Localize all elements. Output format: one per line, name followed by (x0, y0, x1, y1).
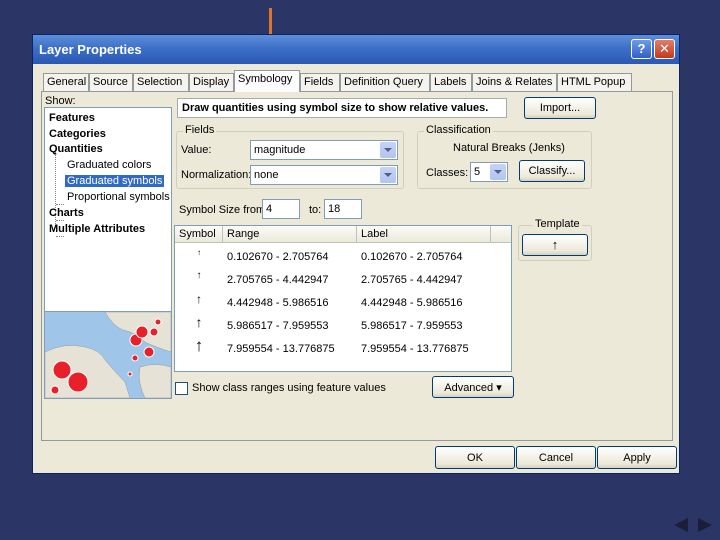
tab-symbology[interactable]: Symbology (234, 70, 300, 92)
arrow-up-icon: ↑ (196, 270, 202, 281)
column-header-range[interactable]: Range (223, 226, 357, 243)
range-cell: 5.986517 - 7.959553 (227, 320, 329, 332)
classify-button[interactable]: Classify... (519, 160, 585, 182)
arrow-up-icon: ↑ (196, 292, 202, 306)
tab-display[interactable]: Display (189, 73, 234, 91)
range-cell: 7.959554 - 13.776875 (227, 343, 335, 355)
tab-labels[interactable]: Labels (430, 73, 472, 91)
ok-button[interactable]: OK (435, 446, 515, 469)
title-bar: Layer Properties ? ✕ (33, 35, 679, 64)
label-cell: 7.959554 - 13.776875 (361, 343, 469, 355)
map-preview (44, 311, 172, 399)
tree-item-categories[interactable]: Categories (49, 128, 106, 140)
next-icon[interactable] (698, 518, 712, 532)
chevron-down-icon[interactable] (490, 164, 506, 180)
fields-group-title: Fields (183, 124, 217, 136)
tab-fields[interactable]: Fields (300, 73, 340, 91)
arrow-up-icon: ↑ (195, 314, 203, 330)
label-cell: 5.986517 - 7.959553 (361, 320, 463, 332)
layer-properties-dialog: Layer Properties ? ✕ General Source Sele… (32, 34, 680, 474)
tab-general[interactable]: General (43, 73, 89, 91)
help-button[interactable]: ? (631, 39, 652, 59)
advanced-button[interactable]: Advanced ▾ (432, 376, 514, 398)
classification-method: Natural Breaks (Jenks) (453, 142, 565, 154)
tree-item-features[interactable]: Features (49, 112, 95, 124)
normalization-label: Normalization: (181, 169, 252, 181)
template-group-title: Template (533, 218, 582, 230)
apply-button[interactable]: Apply (597, 446, 677, 469)
classes-label: Classes: (426, 167, 469, 179)
value-field-value: magnitude (254, 144, 306, 156)
column-header-symbol[interactable]: Symbol (175, 226, 223, 243)
tab-selection[interactable]: Selection (133, 73, 189, 91)
symbol-class-table: Symbol Range Label ↑ 0.102670 - 2.705764… (174, 225, 512, 372)
label-cell: 0.102670 - 2.705764 (361, 251, 463, 263)
chevron-down-icon[interactable] (380, 142, 396, 158)
import-button[interactable]: Import... (524, 97, 596, 119)
show-label: Show: (45, 95, 76, 107)
tree-item-multiple-attributes[interactable]: Multiple Attributes (49, 223, 145, 235)
template-symbol-button[interactable]: ↑ (522, 234, 588, 256)
tree-item-charts[interactable]: Charts (49, 207, 84, 219)
show-class-ranges-label: Show class ranges using feature values (192, 382, 386, 394)
value-label: Value: (181, 144, 212, 156)
map-preview-graphic (45, 312, 171, 398)
label-cell: 2.705765 - 4.442947 (361, 274, 463, 286)
tree-item-graduated-colors[interactable]: Graduated colors (67, 159, 151, 171)
range-cell: 0.102670 - 2.705764 (227, 251, 329, 263)
classes-value: 5 (474, 166, 481, 178)
classes-select[interactable]: 5 (470, 162, 508, 182)
tab-joins-relates[interactable]: Joins & Relates (472, 73, 557, 91)
tab-source[interactable]: Source (89, 73, 133, 91)
symbol-size-from-input[interactable]: 4 (262, 199, 300, 219)
window-title: Layer Properties (39, 42, 142, 57)
slide-nav (674, 518, 712, 532)
tab-definition-query[interactable]: Definition Query (340, 73, 430, 91)
value-field-select[interactable]: magnitude (250, 140, 398, 160)
label-cell: 4.442948 - 5.986516 (361, 297, 463, 309)
renderer-description: Draw quantities using symbol size to sho… (177, 98, 507, 118)
symbol-size-to-input[interactable]: 18 (324, 199, 362, 219)
symbol-size-from-label: Symbol Size from: (179, 204, 269, 216)
symbol-size-to-label: to: (309, 204, 322, 216)
previous-icon[interactable] (674, 518, 688, 532)
tab-html-popup[interactable]: HTML Popup (557, 73, 632, 91)
close-button[interactable]: ✕ (654, 39, 675, 59)
tree-item-proportional-symbols[interactable]: Proportional symbols (67, 191, 170, 203)
classification-group-title: Classification (424, 124, 493, 136)
normalization-select[interactable]: none (250, 165, 398, 185)
range-cell: 4.442948 - 5.986516 (227, 297, 329, 309)
arrow-up-icon: ↑ (194, 336, 204, 355)
tree-item-quantities[interactable]: Quantities (49, 143, 103, 155)
column-header-spacer (491, 226, 511, 243)
chevron-down-icon[interactable] (380, 167, 396, 183)
arrow-up-icon: ↑ (197, 248, 201, 257)
tree-item-graduated-symbols[interactable]: Graduated symbols (65, 175, 165, 187)
normalization-value: none (254, 169, 279, 181)
cancel-button[interactable]: Cancel (516, 446, 596, 469)
show-class-ranges-checkbox[interactable] (175, 382, 188, 395)
range-cell: 2.705765 - 4.442947 (227, 274, 329, 286)
column-header-label[interactable]: Label (357, 226, 491, 243)
